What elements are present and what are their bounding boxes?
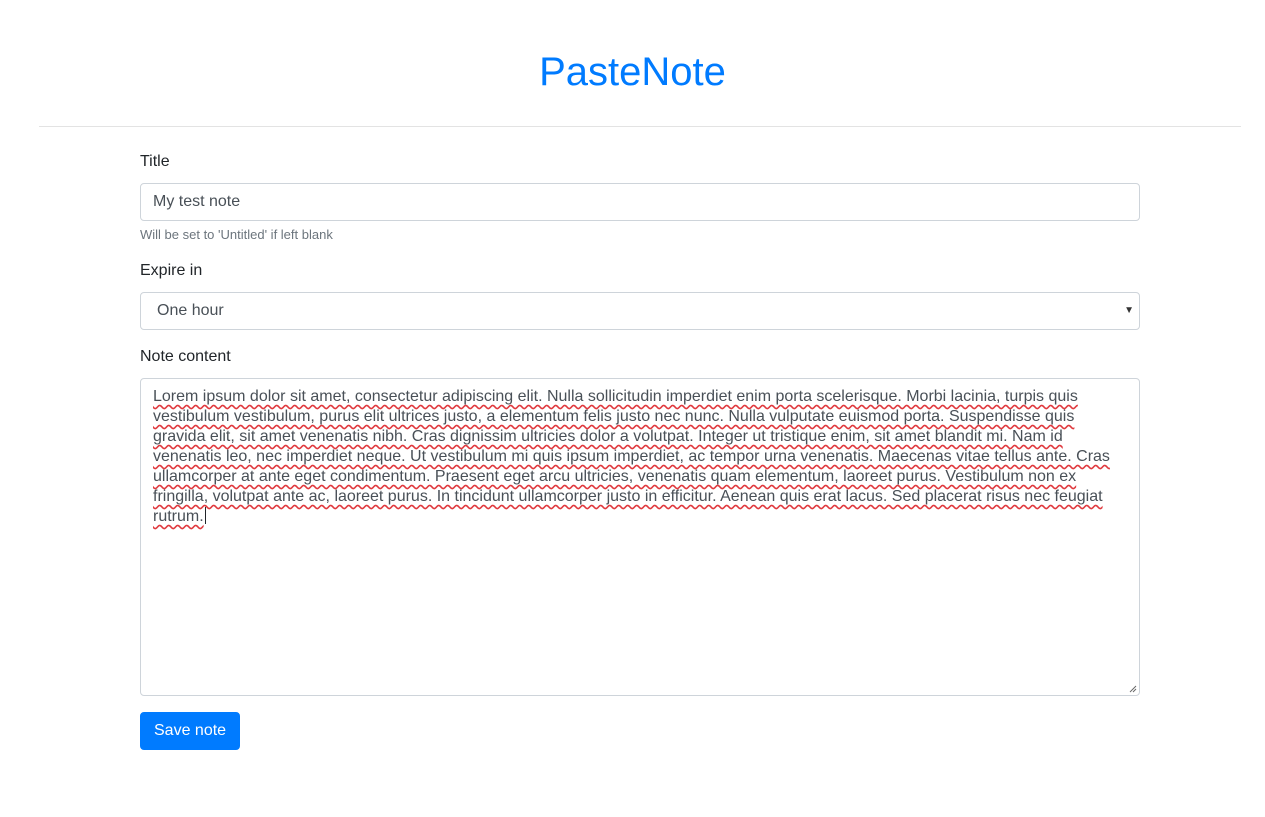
dropdown-arrow-icon: ▼ — [1124, 305, 1134, 316]
note-content-textarea[interactable]: Lorem ipsum dolor sit amet, consectetur … — [140, 378, 1140, 696]
resize-grip-icon[interactable] — [1129, 685, 1137, 693]
content-label: Note content — [140, 348, 231, 365]
expire-selected-value: One hour — [157, 302, 224, 319]
expire-select[interactable]: One hour ▼ — [140, 292, 1140, 330]
title-input[interactable]: My test note — [140, 183, 1140, 221]
expire-label: Expire in — [140, 262, 203, 279]
header-divider — [39, 126, 1241, 127]
title-label: Title — [140, 153, 170, 170]
text-caret — [204, 507, 206, 524]
app-title[interactable]: PasteNote — [0, 47, 1265, 97]
save-note-button[interactable]: Save note — [140, 712, 241, 750]
title-help-text: Will be set to 'Untitled' if left blank — [140, 227, 333, 242]
page-header: PasteNote — [0, 0, 1265, 127]
note-content-text: Lorem ipsum dolor sit amet, consectetur … — [153, 388, 1110, 525]
